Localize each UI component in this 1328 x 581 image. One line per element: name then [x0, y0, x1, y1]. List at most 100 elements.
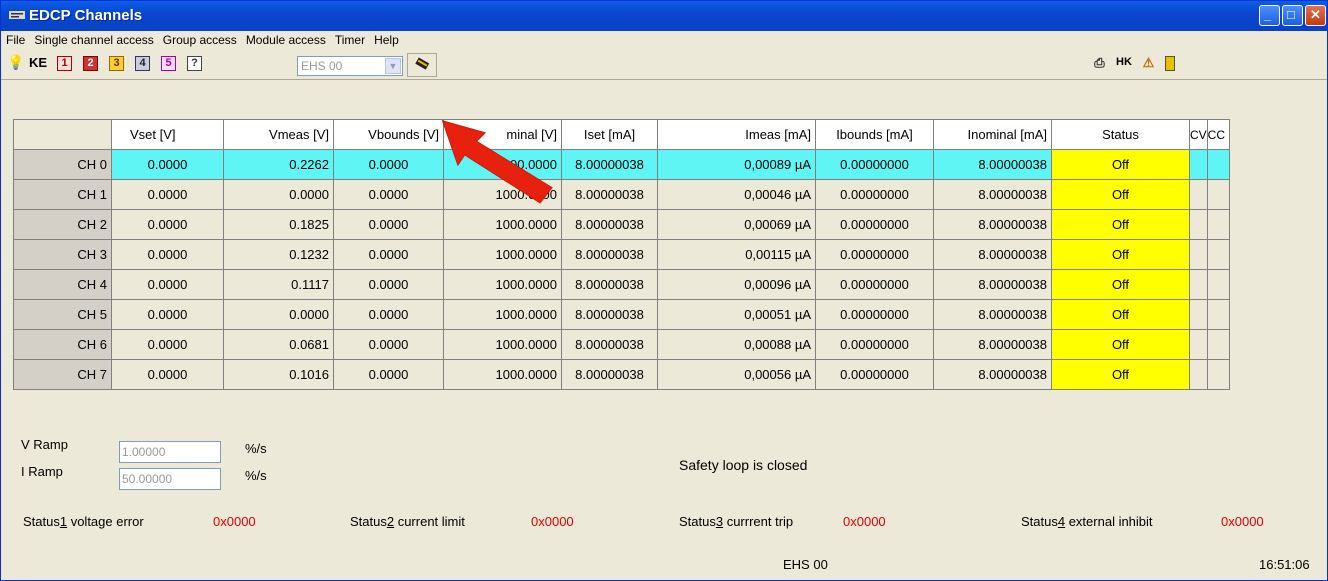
cell-vmeas[interactable]: 0.1825	[223, 209, 334, 240]
cell-vset[interactable]: 0.0000	[111, 269, 224, 300]
slot-2-icon[interactable]: 2	[83, 56, 98, 71]
channel-row-header[interactable]: CH 2	[13, 209, 112, 240]
cell-vbounds[interactable]: 0.0000	[333, 269, 444, 300]
help-icon[interactable]: ?	[187, 56, 202, 71]
cell-imeas[interactable]: 0,00115 µA	[657, 239, 816, 270]
cell-inominal[interactable]: 8.00000038	[933, 359, 1052, 390]
go-button[interactable]	[407, 53, 437, 77]
cell-iset[interactable]: 8.00000038	[561, 269, 658, 300]
cell-cv[interactable]	[1189, 329, 1208, 360]
cell-status[interactable]: Off	[1051, 239, 1190, 270]
cell-imeas[interactable]: 0,00096 µA	[657, 269, 816, 300]
cell-vset[interactable]: 0.0000	[111, 239, 224, 270]
channel-row-header[interactable]: CH 4	[13, 269, 112, 300]
cell-vbounds[interactable]: 0.0000	[333, 149, 444, 180]
cell-iset[interactable]: 8.00000038	[561, 359, 658, 390]
channel-row-header[interactable]: CH 1	[13, 179, 112, 210]
cell-status[interactable]: Off	[1051, 179, 1190, 210]
cell-imeas[interactable]: 0,00051 µA	[657, 299, 816, 330]
menu-help[interactable]: Help	[369, 31, 403, 47]
minimize-button[interactable]: _	[1259, 5, 1280, 26]
cell-vset[interactable]: 0.0000	[111, 149, 224, 180]
header-vmeas[interactable]: Vmeas [V]	[223, 119, 334, 150]
header-status[interactable]: Status	[1051, 119, 1190, 150]
ke-icon[interactable]: KE	[25, 56, 51, 71]
cell-cc[interactable]	[1206, 269, 1230, 300]
cell-inominal[interactable]: 8.00000038	[933, 299, 1052, 330]
menu-single-channel-access[interactable]: Single channel access	[29, 31, 157, 47]
cell-cv[interactable]	[1189, 149, 1208, 180]
cell-vset[interactable]: 0.0000	[111, 359, 224, 390]
table-row[interactable]: CH 2 0.0000 0.1825 0.0000 1000.0000 8.0000003…	[13, 209, 1230, 240]
cell-ibounds[interactable]: 0.00000000	[815, 359, 934, 390]
cell-vnominal[interactable]: 1000.0000	[443, 269, 562, 300]
cell-ibounds[interactable]: 0.00000000	[815, 329, 934, 360]
cell-vbounds[interactable]: 0.0000	[333, 359, 444, 390]
cell-iset[interactable]: 8.00000038	[561, 149, 658, 180]
cell-vmeas[interactable]: 0.1016	[223, 359, 334, 390]
cell-cc[interactable]	[1206, 239, 1230, 270]
table-row[interactable]: CH 0 0.0000 0.2262 0.0000 1000.0000 8.0000003…	[13, 149, 1230, 180]
cell-iset[interactable]: 8.00000038	[561, 329, 658, 360]
cell-vset[interactable]: 0.0000	[111, 299, 224, 330]
slot-1-icon[interactable]: 1	[57, 56, 72, 71]
cell-vnominal[interactable]: 1000.0000	[443, 239, 562, 270]
cell-status[interactable]: Off	[1051, 209, 1190, 240]
cell-vnominal[interactable]: 1000.0000	[443, 299, 562, 330]
module-select[interactable]: EHS 00 ▼	[297, 56, 403, 76]
cell-vmeas[interactable]: 0.0681	[223, 329, 334, 360]
table-row[interactable]: CH 10.00000.00000.00001000.00008.0000003…	[13, 179, 1230, 210]
cell-ibounds[interactable]: 0.00000000	[815, 149, 934, 180]
cell-vbounds[interactable]: 0.0000	[333, 179, 444, 210]
alarm-icon[interactable]: ⚠	[1141, 56, 1156, 71]
maximize-button[interactable]: □	[1282, 5, 1303, 26]
cell-cc[interactable]	[1206, 299, 1230, 330]
header-cc[interactable]: CC	[1206, 119, 1230, 150]
cell-vmeas[interactable]: 0.1232	[223, 239, 334, 270]
cell-vbounds[interactable]: 0.0000	[333, 329, 444, 360]
cell-imeas[interactable]: 0,00056 µA	[657, 359, 816, 390]
cell-imeas[interactable]: 0,00069 µA	[657, 209, 816, 240]
cell-cv[interactable]	[1189, 209, 1208, 240]
header-vbounds[interactable]: Vbounds [V]	[333, 119, 444, 150]
cell-cc[interactable]	[1206, 179, 1230, 210]
header-ibounds[interactable]: Ibounds [mA]	[815, 119, 934, 150]
cell-iset[interactable]: 8.00000038	[561, 209, 658, 240]
cell-vnominal[interactable]: 1000.0000	[443, 329, 562, 360]
header-iset[interactable]: Iset [mA]	[561, 119, 658, 150]
cell-inominal[interactable]: 8.00000038	[933, 149, 1052, 180]
title-bar[interactable]: EDCP Channels _ □ ✕	[1, 1, 1327, 31]
cell-cv[interactable]	[1189, 359, 1208, 390]
cell-cv[interactable]	[1189, 239, 1208, 270]
cell-status[interactable]: Off	[1051, 149, 1190, 180]
close-button[interactable]: ✕	[1305, 5, 1326, 26]
table-row[interactable]: CH 4 0.0000 0.1117 0.0000 1000.0000 8.0000003…	[13, 269, 1230, 300]
cell-iset[interactable]: 8.00000038	[561, 239, 658, 270]
bulb-icon[interactable]: 💡	[7, 55, 24, 71]
cell-inominal[interactable]: 8.00000038	[933, 329, 1052, 360]
cell-iset[interactable]: 8.00000038	[561, 299, 658, 330]
cell-status[interactable]: Off	[1051, 299, 1190, 330]
cell-cc[interactable]	[1206, 329, 1230, 360]
slot-4-icon[interactable]: 4	[135, 56, 150, 71]
cell-iset[interactable]: 8.00000038	[561, 179, 658, 210]
cell-vmeas[interactable]: 0.2262	[223, 149, 334, 180]
cell-vset[interactable]: 0.0000	[111, 329, 224, 360]
header-inominal[interactable]: Inominal [mA]	[933, 119, 1052, 150]
channel-row-header[interactable]: CH 6	[13, 329, 112, 360]
network-icon[interactable]: ⎙	[1092, 56, 1107, 71]
cell-vbounds[interactable]: 0.0000	[333, 239, 444, 270]
menu-module-access[interactable]: Module access	[241, 31, 330, 47]
cell-ibounds[interactable]: 0.00000000	[815, 269, 934, 300]
channel-row-header[interactable]: CH 3	[13, 239, 112, 270]
cell-ibounds[interactable]: 0.00000000	[815, 299, 934, 330]
cell-imeas[interactable]: 0,00046 µA	[657, 179, 816, 210]
cell-cv[interactable]	[1189, 269, 1208, 300]
cell-status[interactable]: Off	[1051, 359, 1190, 390]
channel-row-header[interactable]: CH 0	[13, 149, 112, 180]
cell-cc[interactable]	[1206, 209, 1230, 240]
table-row[interactable]: CH 7 0.0000 0.1016 0.0000 1000.0000 8.0000003…	[13, 359, 1230, 390]
menu-timer[interactable]: Timer	[330, 31, 369, 47]
cell-vbounds[interactable]: 0.0000	[333, 209, 444, 240]
cell-inominal[interactable]: 8.00000038	[933, 269, 1052, 300]
